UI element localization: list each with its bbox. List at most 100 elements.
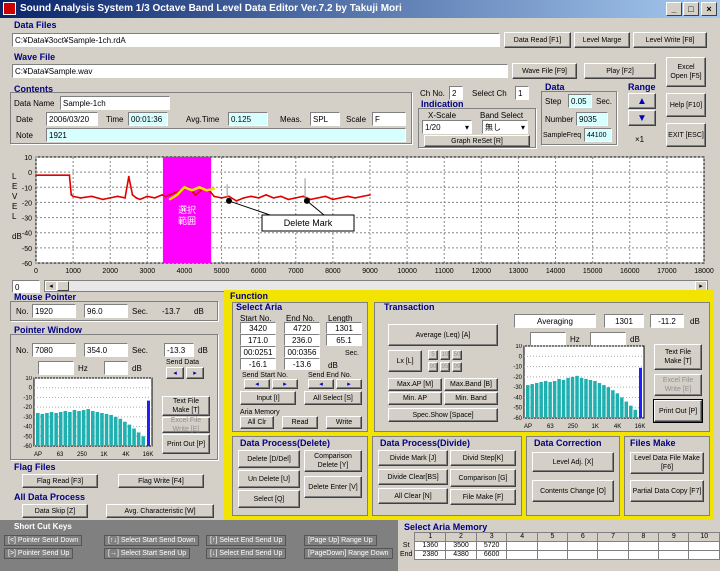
main-graph-area[interactable]: 10 0 -10 -20 -30 -40 -50 -60 0 1000 2000 3000 4000 50… [10,155,714,275]
memory-cell[interactable] [627,541,660,551]
maximize-button[interactable]: □ [683,2,699,16]
end-no-field[interactable]: 4720 [284,322,320,334]
memory-cell[interactable]: 5 [536,532,569,542]
memory-cell[interactable] [506,550,538,560]
avg-characteristic-button[interactable]: Avg. Characteristic [W] [106,504,214,518]
memory-cell[interactable]: 2 [445,532,477,542]
scroll-thumb[interactable] [57,281,69,291]
send-start-left-button[interactable]: ◂ [244,379,270,389]
memory-cell[interactable]: 9 [658,532,690,542]
exit-button[interactable]: EXIT [ESC] [666,123,706,147]
aria-write-button[interactable]: Write [326,416,362,429]
memory-cell[interactable] [506,541,538,551]
memory-cell[interactable] [567,541,599,551]
select-ch-field[interactable]: 1 [515,86,529,100]
wave-file-path[interactable]: C:¥Data¥Sample.wav [12,64,508,78]
memory-cell[interactable]: 3 [475,532,508,542]
minimize-button[interactable]: _ [666,2,682,16]
aria-read-button[interactable]: Read [282,416,318,429]
min-ap-button[interactable]: Min. AP [388,392,442,405]
start-no-field[interactable]: 3420 [240,322,276,334]
pointer-text-file-button[interactable]: Text File Make [T] [162,396,210,416]
send-end-left-button[interactable]: ◂ [308,379,334,389]
range-down-button[interactable]: ▼ [628,110,656,126]
memory-cell[interactable]: 4380 [445,550,477,560]
max-ap-button[interactable]: Max.AP [M] [388,378,442,391]
wave-file-button[interactable]: Wave File [F9] [512,63,577,79]
excel-open-button[interactable]: Excel Open [F5] [666,57,706,87]
send-data-right-button[interactable]: ▸ [186,367,204,379]
lx-button[interactable]: Lx [L] [388,350,422,372]
memory-cell[interactable] [536,550,569,560]
level-write-button[interactable]: Level Write [F8] [633,32,707,48]
memory-cell[interactable]: 6600 [475,550,508,560]
data-read-button[interactable]: Data Read [F1] [504,32,571,48]
divide-clear-button[interactable]: Divide Clear[BS] [378,469,448,485]
memory-cell[interactable] [688,550,720,560]
delete-button[interactable]: Delete [D/Del] [238,450,300,468]
send-data-left-button[interactable]: ◂ [166,367,184,379]
comparison-delete-button[interactable]: Comparison Delete [Y] [304,450,362,472]
level-graph[interactable]: 100-10-20-30-40-50-600 1000 2000 3000 4000 50… [10,155,714,279]
spec-show-button[interactable]: Spec.Show [Space] [388,408,498,422]
select-button[interactable]: Select [Q] [238,490,300,508]
transaction-print-button[interactable]: Print Out [P] [653,399,703,423]
close-button[interactable]: × [701,2,717,16]
all-select-button[interactable]: All Select [S] [304,391,362,405]
memory-cell[interactable]: 7 [597,532,629,542]
level-adj-button[interactable]: Level Adj. [X] [532,452,614,472]
memory-cell[interactable]: 2380 [414,550,447,560]
memory-cell[interactable] [597,550,629,560]
band-select[interactable]: 無し ▾ [482,120,528,134]
memory-cell[interactable]: 8 [627,532,660,542]
memory-cell[interactable]: 4 [506,532,538,542]
play-button[interactable]: Play [F2] [584,63,656,79]
note-field[interactable]: 1921 [46,128,406,142]
memory-cell[interactable] [658,541,690,551]
divide-mark-button[interactable]: Divide Mark [J] [378,450,448,466]
undelete-button[interactable]: Un Delete [U] [238,470,300,488]
transaction-text-file-button[interactable]: Text File Make [T] [654,344,702,370]
pointer-print-button[interactable]: Print Out [P] [162,434,210,454]
level-merge-button[interactable]: Level Marge [574,32,630,48]
memory-cell[interactable]: 1 [414,532,447,542]
delete-enter-button[interactable]: Delete Enter [V] [304,476,362,498]
memory-cell[interactable]: 3500 [445,541,477,551]
data-name-field[interactable]: Sample-1ch [60,96,170,110]
send-end-right-button[interactable]: ▸ [336,379,362,389]
range-up-button[interactable]: ▲ [628,93,656,109]
all-clear-button[interactable]: All Clear [N] [378,488,448,504]
scale-field[interactable]: F [372,112,406,126]
file-make-button[interactable]: File Make [F] [450,489,516,505]
date-field[interactable]: 2006/03/20 [46,112,98,126]
memory-cell[interactable]: 10 [688,532,720,542]
help-button[interactable]: Help [F10] [666,93,706,117]
flag-read-button[interactable]: Flag Read [F3] [22,474,98,488]
memory-cell[interactable] [567,550,599,560]
scroll-left-button[interactable]: ◂ [45,281,57,291]
graph-reset-button[interactable]: Graph ReSet [R] [424,135,530,147]
divid-step-button[interactable]: Divid Step[K] [450,450,516,466]
level-data-file-make-button[interactable]: Level Data File Make [F6] [630,452,704,474]
comparison-button[interactable]: Comparison [G] [450,469,516,487]
contents-change-button[interactable]: Contents Change [O] [532,480,614,502]
meas-field[interactable]: SPL [310,112,340,126]
max-band-button[interactable]: Max.Band [B] [444,378,498,391]
memory-cell[interactable] [627,550,660,560]
memory-cell[interactable] [597,541,629,551]
x-scale-select[interactable]: 1/20 ▾ [422,120,472,134]
flag-write-button[interactable]: Flag Write [F4] [118,474,204,488]
memory-cell[interactable] [658,550,690,560]
send-start-right-button[interactable]: ▸ [272,379,298,389]
memory-cell[interactable] [688,541,720,551]
data-skip-button[interactable]: Data Skip [Z] [22,504,88,518]
input-button[interactable]: Input [I] [240,391,296,405]
average-leq-button[interactable]: Average (Leq) [A] [388,324,498,346]
min-band-button[interactable]: Min. Band [444,392,498,405]
memory-cell[interactable]: 6 [567,532,599,542]
partial-data-copy-button[interactable]: Partial Data Copy [F7] [630,480,704,502]
memory-cell[interactable]: 1360 [414,541,447,551]
memory-cell[interactable] [536,541,569,551]
aria-all-clear-button[interactable]: All Clr [240,416,274,429]
memory-cell[interactable]: 5720 [475,541,508,551]
